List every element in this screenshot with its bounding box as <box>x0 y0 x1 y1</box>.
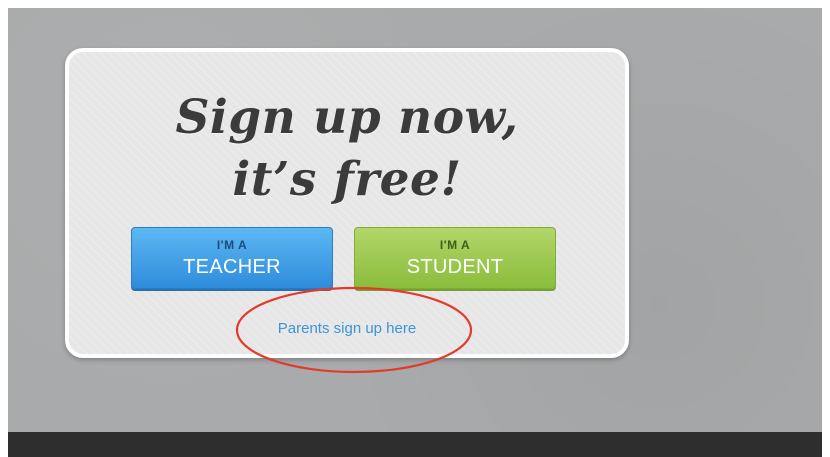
headline-line-2: it’s free! <box>232 152 462 207</box>
parents-signup-link[interactable]: Parents sign up here <box>69 320 625 337</box>
teacher-button-label: TEACHER <box>183 256 281 278</box>
teacher-button-prefix: I'M A <box>216 238 248 252</box>
student-button-label: STUDENT <box>406 256 504 278</box>
headline-line-1: Sign up now, <box>175 90 519 145</box>
footer-bar <box>8 432 822 457</box>
teacher-signup-button[interactable]: I'M A TEACHER <box>131 227 333 289</box>
signup-card: Sign up now, it’s free! I'M A TEACHER I'… <box>65 48 629 358</box>
page-background: Sign up now, it’s free! I'M A TEACHER I'… <box>8 8 822 432</box>
student-signup-button[interactable]: I'M A STUDENT <box>354 227 556 289</box>
student-button-prefix: I'M A <box>439 238 471 252</box>
